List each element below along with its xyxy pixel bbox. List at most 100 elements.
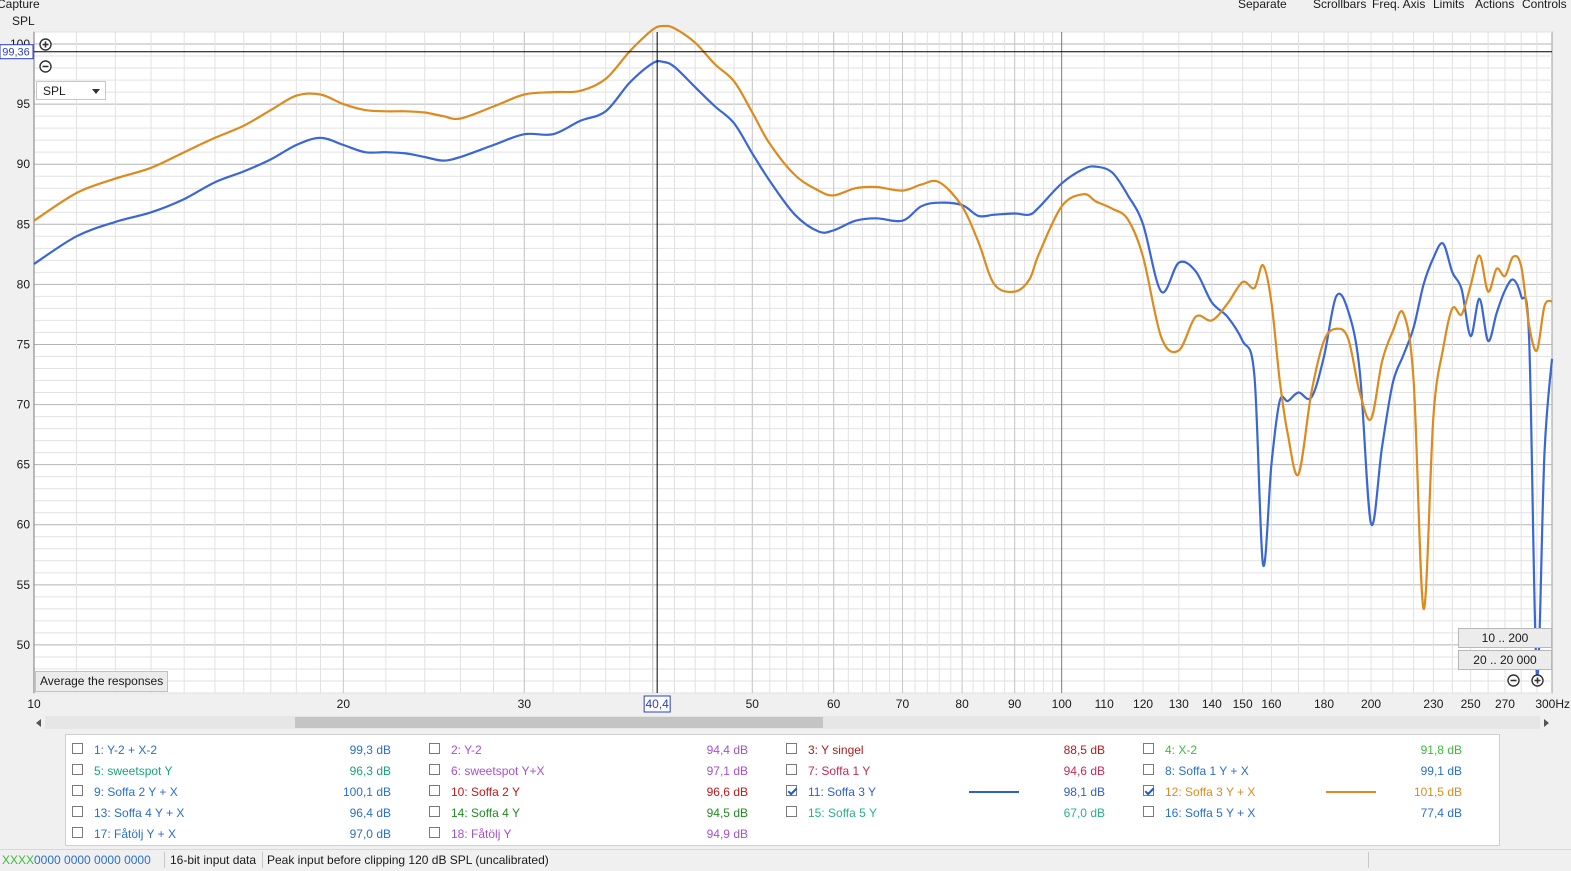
spl-chart[interactable]: 50 55 60 65 70 75 80 85 90 95 100 10 20 30 50 60 70 80 90 1… (0, 0, 1571, 730)
zoom-out-icon[interactable] (39, 60, 52, 73)
chevron-down-icon (92, 89, 100, 94)
legend-value: 96,3 dB (349, 764, 391, 778)
legend-checkbox[interactable] (429, 827, 440, 838)
legend-checkbox[interactable] (429, 785, 440, 796)
y-tick-label: 80 (17, 277, 31, 291)
legend-item: 7: Soffa 1 Y 94,6 dB (786, 761, 1136, 781)
x-tick-label: 20 (337, 697, 351, 711)
legend-name[interactable]: 12: Soffa 3 Y + X (1165, 782, 1255, 802)
legend-name[interactable]: 3: Y singel (808, 740, 864, 760)
legend-checkbox[interactable] (786, 806, 797, 817)
legend-name[interactable]: 13: Soffa 4 Y + X (94, 803, 184, 823)
legend-checkbox[interactable] (72, 806, 83, 817)
legend-name[interactable]: 7: Soffa 1 Y (808, 761, 870, 781)
input-format-status: 16-bit input data (170, 853, 257, 867)
legend-name[interactable]: 17: Fåtölj Y + X (94, 824, 176, 844)
legend-value: 77,4 dB (1420, 806, 1462, 820)
legend-name[interactable]: 15: Soffa 5 Y (808, 803, 877, 823)
graph-type-select[interactable]: SPL (36, 81, 106, 100)
x-axis-end-label: 300Hz (1535, 697, 1570, 711)
x-tick-label: 140 (1202, 697, 1222, 711)
legend-checkbox[interactable] (72, 743, 83, 754)
legend-checkbox[interactable] (429, 743, 440, 754)
legend-checkbox[interactable] (1143, 743, 1154, 754)
legend-checkbox[interactable] (72, 764, 83, 775)
legend-name[interactable]: 18: Fåtölj Y (451, 824, 511, 844)
legend-name[interactable]: 10: Soffa 2 Y (451, 782, 520, 802)
legend-name[interactable]: 9: Soffa 2 Y + X (94, 782, 178, 802)
legend-item: 2: Y-2 94,4 dB (429, 740, 779, 760)
legend-name[interactable]: 4: X-2 (1165, 740, 1197, 760)
zoom-in-icon[interactable] (39, 38, 52, 51)
legend-name[interactable]: 5: sweetspot Y (94, 761, 173, 781)
x-tick-label: 100 (1052, 697, 1072, 711)
y-tick-label: 55 (17, 578, 31, 592)
status-divider (164, 852, 165, 868)
legend-item: 4: X-2 91,8 dB (1143, 740, 1493, 760)
x-zoom-in-icon[interactable] (1531, 674, 1544, 687)
legend-swatch (969, 791, 1019, 793)
y-tick-label: 90 (17, 157, 31, 171)
legend-name[interactable]: 14: Soffa 4 Y (451, 803, 520, 823)
x-tick-label: 180 (1314, 697, 1334, 711)
scrollbars-menu[interactable]: Scrollbars (1313, 0, 1366, 11)
legend-checkbox[interactable] (429, 764, 440, 775)
cursor-x-readout: 40,4 (645, 697, 669, 711)
status-bar: XXXX 0000 0000 0000 0000 16-bit input da… (0, 849, 1571, 871)
legend-name[interactable]: 6: sweetspot Y+X (451, 761, 545, 781)
y-tick-label: 65 (17, 458, 31, 472)
status-divider (262, 852, 263, 868)
graph-type-label: SPL (12, 14, 35, 28)
freq-axis-menu[interactable]: Freq. Axis (1372, 0, 1425, 11)
legend-item: 18: Fåtölj Y 94,9 dB (429, 824, 779, 844)
x-tick-label: 200 (1361, 697, 1381, 711)
legend-name[interactable]: 8: Soffa 1 Y + X (1165, 761, 1249, 781)
x-tick-label: 250 (1461, 697, 1481, 711)
x-tick-label: 150 (1233, 697, 1253, 711)
legend-name[interactable]: 2: Y-2 (451, 740, 482, 760)
x-tick-label: 30 (518, 697, 532, 711)
x-tick-label: 70 (896, 697, 910, 711)
range-20-20000-button[interactable]: 20 .. 20 000 (1458, 650, 1552, 670)
scroll-right-arrow-icon[interactable] (1544, 719, 1549, 727)
separate-menu[interactable]: Separate (1238, 0, 1287, 11)
legend-checkbox[interactable] (1143, 764, 1154, 775)
legend-name[interactable]: 1: Y-2 + X-2 (94, 740, 157, 760)
legend-value: 98,1 dB (1063, 785, 1105, 799)
y-tick-label: 70 (17, 398, 31, 412)
x-tick-label: 160 (1261, 697, 1281, 711)
legend-item: 11: Soffa 3 Y 98,1 dB (786, 782, 1136, 802)
x-tick-label: 230 (1423, 697, 1443, 711)
range-10-200-button[interactable]: 10 .. 200 (1458, 628, 1552, 648)
legend-checkbox[interactable] (786, 785, 797, 796)
actions-menu[interactable]: Actions (1475, 0, 1514, 11)
legend-value: 97,1 dB (706, 764, 748, 778)
legend-value: 94,6 dB (1063, 764, 1105, 778)
x-zoom-out-icon[interactable] (1507, 674, 1520, 687)
legend-checkbox[interactable] (72, 827, 83, 838)
average-responses-button[interactable]: Average the responses (35, 671, 169, 692)
x-tick-label: 270 (1495, 697, 1515, 711)
legend-checkbox[interactable] (1143, 806, 1154, 817)
legend-name[interactable]: 11: Soffa 3 Y (808, 782, 876, 802)
controls-menu[interactable]: Controls (1522, 0, 1567, 11)
legend-value: 94,9 dB (706, 827, 748, 841)
legend-value: 96,4 dB (349, 806, 391, 820)
legend-checkbox[interactable] (786, 764, 797, 775)
legend-checkbox[interactable] (72, 785, 83, 796)
x-tick-label: 90 (1008, 697, 1022, 711)
legend-checkbox[interactable] (429, 806, 440, 817)
legend-name[interactable]: 16: Soffa 5 Y + X (1165, 803, 1255, 823)
legend-item: 5: sweetspot Y 96,3 dB (72, 761, 422, 781)
legend-item: 9: Soffa 2 Y + X 100,1 dB (72, 782, 422, 802)
capture-menu[interactable]: Capture (0, 0, 40, 11)
horizontal-scrollbar-thumb[interactable] (295, 717, 823, 728)
scroll-left-arrow-icon[interactable] (36, 719, 41, 727)
legend-value: 101,5 dB (1413, 785, 1462, 799)
peak-input-status: Peak input before clipping 120 dB SPL (u… (267, 853, 549, 867)
status-codes: 0000 0000 0000 0000 (34, 853, 151, 867)
limits-menu[interactable]: Limits (1433, 0, 1464, 11)
legend-checkbox[interactable] (1143, 785, 1154, 796)
legend-checkbox[interactable] (786, 743, 797, 754)
legend-value: 91,8 dB (1420, 743, 1462, 757)
